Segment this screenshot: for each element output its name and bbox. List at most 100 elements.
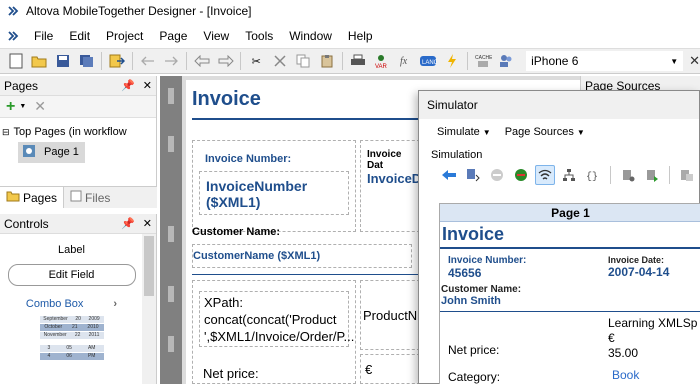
variables-icon[interactable]: VAR bbox=[371, 51, 391, 71]
tree-item-label: Page 1 bbox=[44, 146, 79, 158]
menu-tools[interactable]: Tools bbox=[237, 26, 281, 46]
date-row: October 21 2010 bbox=[39, 324, 104, 331]
close-document-icon[interactable]: ✕ bbox=[689, 53, 700, 69]
menu-view[interactable]: View bbox=[195, 26, 237, 46]
switch-page-icon[interactable] bbox=[463, 165, 483, 185]
add-dropdown-icon[interactable]: ▼ bbox=[19, 103, 26, 110]
simulate-menu[interactable]: Simulate ▼ bbox=[437, 126, 491, 138]
invoice-date-cell[interactable]: Invoice Dat InvoiceD bbox=[360, 140, 422, 232]
actions-icon[interactable] bbox=[442, 51, 462, 71]
simulator-menu: Simulate ▼ Page Sources ▼ bbox=[419, 119, 699, 145]
undo-icon[interactable] bbox=[138, 51, 158, 71]
language-icon[interactable]: LANG bbox=[419, 51, 439, 71]
close-panel-icon[interactable]: ✕ bbox=[143, 79, 152, 92]
delete-icon[interactable] bbox=[270, 51, 290, 71]
deploy-icon[interactable] bbox=[107, 51, 127, 71]
menu-file[interactable]: File bbox=[26, 26, 61, 46]
back-arrow-icon[interactable] bbox=[439, 165, 459, 185]
design-gutter bbox=[160, 76, 182, 384]
invoice-date-binding: InvoiceD bbox=[367, 171, 422, 186]
tab-pages[interactable]: Pages bbox=[0, 187, 65, 208]
controls-panel-title: Controls bbox=[4, 216, 49, 231]
time-hour: 3 bbox=[47, 345, 51, 351]
files-icon bbox=[70, 190, 82, 205]
invoice-number-cell[interactable]: Invoice Number: InvoiceNumber ($XML1) bbox=[192, 140, 356, 232]
close-panel-icon[interactable]: ✕ bbox=[143, 217, 152, 230]
pin-icon[interactable]: 📌 bbox=[121, 217, 135, 230]
currency-cell[interactable]: € bbox=[360, 354, 420, 384]
menu-project[interactable]: Project bbox=[98, 26, 151, 46]
new-file-icon[interactable] bbox=[6, 51, 26, 71]
device-select[interactable]: iPhone 6 ▼ bbox=[526, 51, 684, 71]
date-month: November bbox=[43, 332, 67, 338]
sim-category-value[interactable]: Book bbox=[612, 368, 639, 382]
structure-icon[interactable] bbox=[559, 165, 579, 185]
customer-name-field[interactable]: CustomerName ($XML1) bbox=[192, 244, 412, 268]
gutter-marker bbox=[168, 88, 174, 104]
toolbar-separator bbox=[186, 52, 188, 70]
menu-page[interactable]: Page bbox=[151, 26, 195, 46]
print-icon[interactable] bbox=[348, 51, 368, 71]
stop-icon[interactable] bbox=[487, 165, 507, 185]
no-connection-icon[interactable] bbox=[511, 165, 531, 185]
wifi-icon[interactable] bbox=[535, 165, 555, 185]
add-page-icon[interactable]: + bbox=[6, 98, 15, 116]
customer-name-binding: CustomerName ($XML1) bbox=[193, 250, 321, 262]
svg-text:CACHE: CACHE bbox=[475, 55, 492, 61]
customer-name-label[interactable]: Customer Name: bbox=[192, 226, 280, 238]
sim-invoice-number-col: Invoice Number: 45656 bbox=[448, 255, 608, 280]
function-icon[interactable]: fx bbox=[395, 51, 415, 71]
menu-window[interactable]: Window bbox=[281, 26, 340, 46]
back-icon[interactable] bbox=[192, 51, 212, 71]
forward-icon[interactable] bbox=[216, 51, 236, 71]
cut-icon[interactable]: ✂ bbox=[246, 51, 266, 71]
pin-icon[interactable]: 📌 bbox=[121, 79, 135, 92]
xpath-field[interactable]: XPath: concat(concat('Product ',$XML1/In… bbox=[199, 291, 354, 347]
simulated-device-screen[interactable]: Page 1 Invoice Invoice Number: 45656 Inv… bbox=[439, 203, 700, 384]
tree-item-page-1[interactable]: Page 1 bbox=[18, 141, 85, 163]
xml-icon[interactable]: {} bbox=[583, 165, 603, 185]
cache-icon[interactable]: CACHE bbox=[473, 51, 493, 71]
app-menu-icon[interactable] bbox=[6, 29, 20, 43]
tree-root-label: Top Pages (in workflow bbox=[13, 126, 127, 138]
svg-text:LANG: LANG bbox=[422, 60, 437, 66]
tab-files[interactable]: Files bbox=[64, 187, 116, 208]
redo-icon[interactable] bbox=[162, 51, 182, 71]
reload-sources-icon[interactable] bbox=[618, 165, 638, 185]
tree-root[interactable]: ⊟ Top Pages (in workflow bbox=[2, 122, 156, 142]
date-year: 2010 bbox=[87, 324, 99, 330]
net-price-label: Net price: bbox=[203, 366, 259, 381]
controls-scrollbar[interactable] bbox=[142, 234, 156, 384]
sim-invoice-date-value: 2007-04-14 bbox=[608, 265, 670, 279]
remove-page-icon[interactable]: ✕ bbox=[34, 98, 46, 115]
product-table-cell[interactable]: XPath: concat(concat('Product ',$XML1/In… bbox=[192, 280, 356, 384]
control-combo-box[interactable]: Combo Box › bbox=[0, 298, 143, 310]
collapse-icon[interactable]: ⊟ bbox=[2, 127, 10, 138]
app-logo-icon bbox=[6, 4, 20, 18]
toolbar-separator bbox=[341, 52, 343, 70]
invoice-title-label[interactable]: Invoice bbox=[192, 88, 261, 111]
tab-pages-label: Pages bbox=[23, 190, 58, 205]
control-edit-field[interactable]: Edit Field bbox=[7, 264, 136, 286]
save-all-icon[interactable] bbox=[77, 51, 97, 71]
product-name-cell[interactable]: ProductN bbox=[360, 280, 420, 350]
scrollbar-thumb[interactable] bbox=[144, 236, 154, 296]
controls-panel-header: Controls 📌 ✕ bbox=[0, 214, 156, 234]
menu-edit[interactable]: Edit bbox=[61, 26, 98, 46]
save-icon[interactable] bbox=[53, 51, 73, 71]
invoice-number-field[interactable]: InvoiceNumber ($XML1) bbox=[199, 171, 349, 215]
menu-help[interactable]: Help bbox=[340, 26, 381, 46]
refresh-icon[interactable] bbox=[642, 165, 662, 185]
open-folder-icon[interactable] bbox=[30, 51, 50, 71]
settings-icon[interactable] bbox=[677, 165, 697, 185]
paste-icon[interactable] bbox=[317, 51, 337, 71]
sim-product-currency: € bbox=[608, 331, 615, 345]
date-day: 20 bbox=[75, 316, 81, 322]
control-date-picker[interactable]: September 20 2009 October 21 2010 November 22… bbox=[39, 316, 104, 339]
control-label[interactable]: Label bbox=[0, 244, 143, 256]
copy-icon[interactable] bbox=[294, 51, 314, 71]
controls-panel: Controls 📌 ✕ Label Edit Field Combo Box … bbox=[0, 214, 157, 384]
control-time-picker[interactable]: 3 05 AM 4 06 PM bbox=[39, 345, 104, 360]
page-sources-menu[interactable]: Page Sources ▼ bbox=[505, 126, 585, 138]
users-icon[interactable] bbox=[496, 51, 516, 71]
